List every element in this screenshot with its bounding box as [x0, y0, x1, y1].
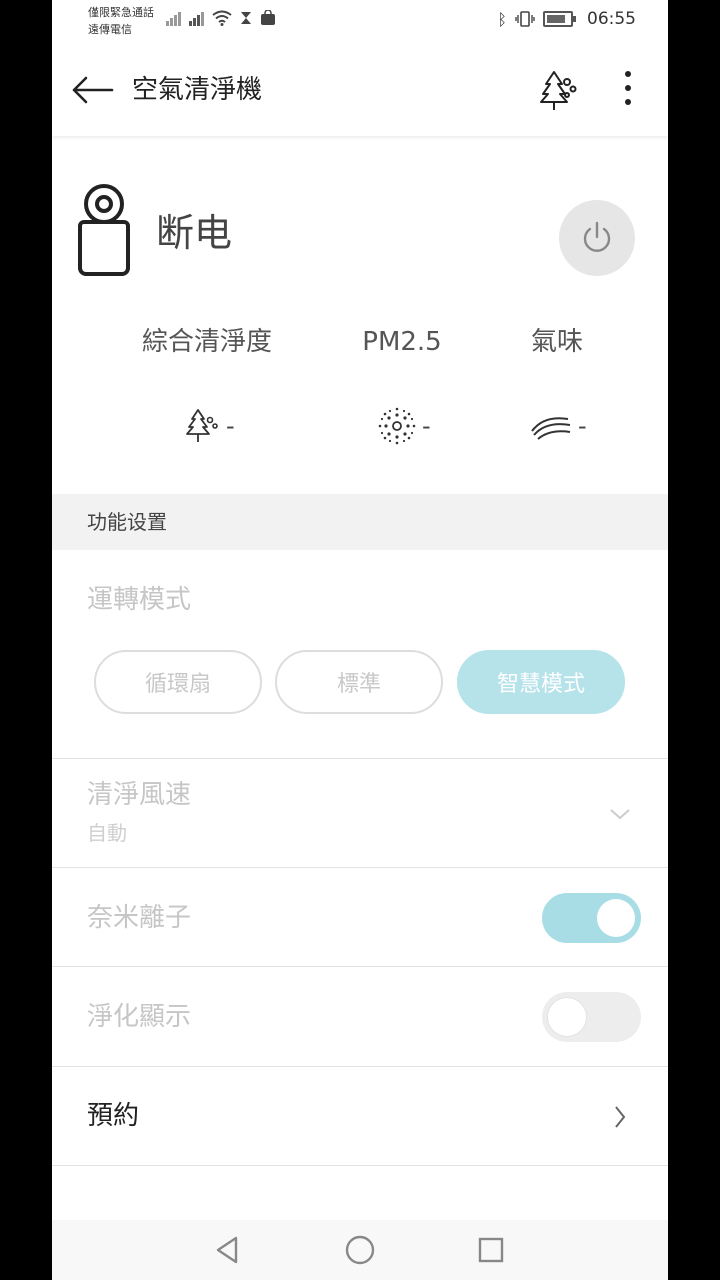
fan-speed-title: 清淨風速: [87, 780, 192, 810]
metric-label-overall: 綜合清淨度: [141, 327, 272, 357]
display-title: 淨化顯示: [87, 1002, 192, 1032]
metric-pm25: -: [378, 404, 431, 448]
mode-option-fan[interactable]: 循環扇: [94, 650, 262, 714]
metric-label-pm25: PM2.5: [362, 327, 442, 357]
power-icon: [583, 221, 611, 252]
metric-odor: -: [530, 404, 587, 448]
device-power-status: 断电: [156, 211, 233, 255]
tree-icon: [186, 409, 218, 442]
carrier-info: 僅限緊急通話 遠傳電信: [88, 4, 154, 38]
nav-back-icon[interactable]: [212, 1234, 242, 1266]
metric-value-pm25: -: [422, 412, 431, 440]
ion-title: 奈米離子: [87, 903, 192, 933]
purifier-device-icon: [78, 184, 130, 276]
wifi-icon: [212, 10, 232, 26]
signal-icon: [166, 10, 181, 26]
chevron-down-icon: [610, 809, 630, 820]
toggle-knob: [548, 998, 586, 1036]
mode-option-smart[interactable]: 智慧模式: [457, 650, 625, 714]
shopping-bag-icon: [261, 10, 275, 25]
app-bar: 空氣清淨機: [52, 44, 668, 136]
metric-value-overall: -: [226, 412, 235, 440]
carrier-line-1: 僅限緊急通話: [88, 6, 154, 19]
battery-icon: [543, 11, 576, 27]
tree-icon[interactable]: [536, 68, 580, 112]
status-icons-right: ᛒ 06:55: [497, 9, 636, 29]
section-title: 功能设置: [87, 510, 167, 534]
hourglass-icon: [241, 12, 251, 24]
metric-value-odor: -: [578, 412, 587, 440]
back-arrow-icon[interactable]: [68, 70, 118, 110]
app-screen: 僅限緊急通話 遠傳電信 ᛒ 06:55 空氣清淨機 断电 綜合清淨度 PM2.5…: [52, 0, 668, 1280]
mode-title: 運轉模式: [87, 585, 192, 615]
nav-recents-icon[interactable]: [477, 1236, 505, 1264]
status-icons-left: [166, 10, 276, 26]
bluetooth-icon: ᛒ: [497, 9, 507, 29]
reservation-title: 預約: [87, 1101, 140, 1131]
particles-icon: [378, 407, 416, 445]
ion-toggle[interactable]: [542, 893, 641, 943]
metric-overall: -: [184, 404, 235, 448]
carrier-line-2: 遠傳電信: [88, 23, 132, 36]
mode-option-standard[interactable]: 標準: [275, 650, 443, 714]
toggle-knob: [597, 899, 635, 937]
chevron-right-icon: [615, 1106, 626, 1128]
nav-home-icon[interactable]: [344, 1234, 376, 1266]
fan-speed-value: 自動: [87, 821, 127, 845]
system-nav-bar: [52, 1220, 668, 1280]
power-button[interactable]: [559, 200, 635, 276]
odor-waves-icon: [531, 417, 571, 440]
signal-icon: [189, 10, 204, 26]
status-bar: 僅限緊急通話 遠傳電信 ᛒ 06:55: [52, 0, 668, 44]
reservation-row[interactable]: 預約: [52, 1067, 668, 1165]
metric-label-odor: 氣味: [530, 327, 583, 357]
fan-speed-row[interactable]: 清淨風速 自動: [52, 759, 668, 867]
vibrate-icon: [515, 11, 535, 27]
more-vertical-icon[interactable]: [608, 68, 648, 112]
divider: [52, 1165, 668, 1166]
divider: [52, 867, 668, 868]
section-header-settings: 功能设置: [52, 494, 668, 550]
divider: [52, 966, 668, 967]
clock: 06:55: [587, 9, 636, 29]
display-toggle[interactable]: [542, 992, 641, 1042]
page-title: 空氣清淨機: [132, 75, 263, 105]
